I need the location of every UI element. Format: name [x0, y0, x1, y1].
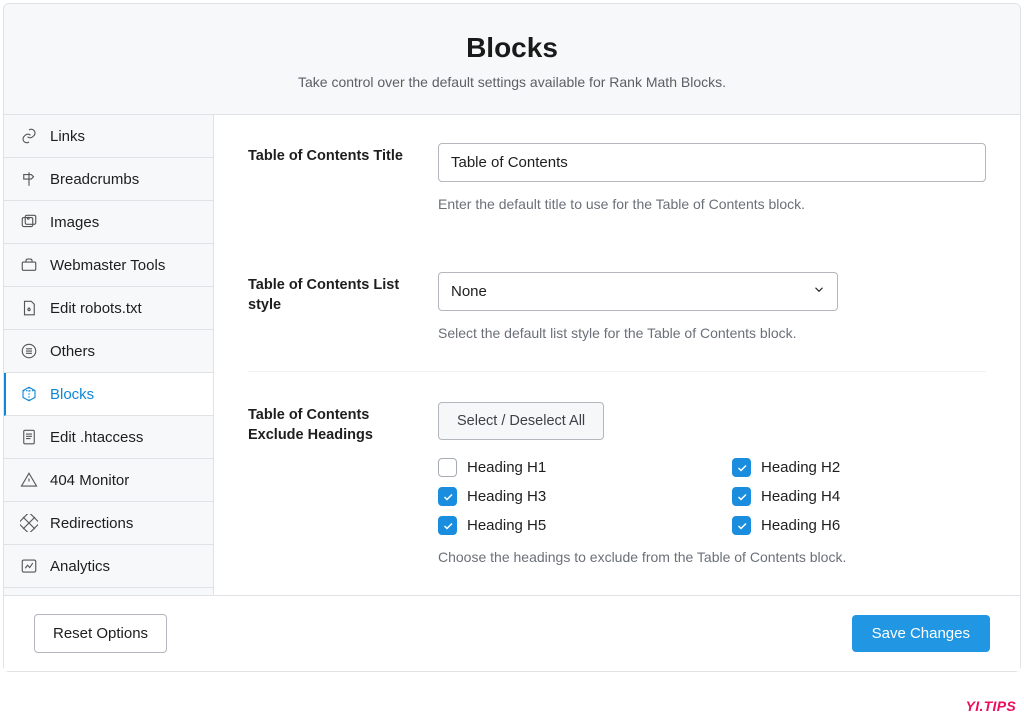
setting-help: Enter the default title to use for the T… — [438, 196, 986, 212]
setting-toc-exclude-headings: Table of Contents Exclude Headings Selec… — [248, 402, 986, 575]
sidebar-item-label: 404 Monitor — [50, 472, 129, 489]
sidebar-item-edit-robots[interactable]: Edit robots.txt — [4, 287, 213, 330]
analytics-icon — [20, 557, 38, 575]
sidebar-item-redirections[interactable]: Redirections — [4, 502, 213, 545]
setting-help: Select the default list style for the Ta… — [438, 325, 986, 341]
sidebar-item-webmaster-tools[interactable]: Webmaster Tools — [4, 244, 213, 287]
checkbox-label: Heading H6 — [761, 517, 840, 534]
sidebar-item-analytics[interactable]: Analytics — [4, 545, 213, 588]
checkbox-heading-h3[interactable]: Heading H3 — [438, 487, 692, 506]
checkbox-checked-icon — [732, 458, 751, 477]
blocks-icon — [20, 385, 38, 403]
checkbox-label: Heading H1 — [467, 459, 546, 476]
checkbox-label: Heading H4 — [761, 488, 840, 505]
checkbox-checked-icon — [732, 487, 751, 506]
setting-label: Table of Contents Exclude Headings — [248, 402, 418, 565]
links-icon — [20, 127, 38, 145]
page-title: Blocks — [24, 32, 1000, 64]
select-deselect-all-button[interactable]: Select / Deselect All — [438, 402, 604, 440]
setting-toc-title: Table of Contents Title Enter the defaul… — [248, 143, 986, 242]
sidebar-item-images[interactable]: Images — [4, 201, 213, 244]
checkbox-heading-h2[interactable]: Heading H2 — [732, 458, 986, 477]
checkbox-label: Heading H3 — [467, 488, 546, 505]
checkbox-label: Heading H5 — [467, 517, 546, 534]
toc-title-input[interactable] — [438, 143, 986, 182]
list-icon — [20, 342, 38, 360]
sidebar-item-blocks[interactable]: Blocks — [4, 373, 213, 416]
checkbox-heading-h4[interactable]: Heading H4 — [732, 487, 986, 506]
watermark: YI.TIPS — [966, 698, 1016, 714]
sidebar-item-label: Images — [50, 214, 99, 231]
checkbox-label: Heading H2 — [761, 459, 840, 476]
sidebar-item-edit-htaccess[interactable]: Edit .htaccess — [4, 416, 213, 459]
sidebar-item-label: Edit robots.txt — [50, 300, 142, 317]
setting-toc-list-style: Table of Contents List style None Select… — [248, 272, 986, 372]
setting-label: Table of Contents List style — [248, 272, 418, 341]
checkbox-heading-h6[interactable]: Heading H6 — [732, 516, 986, 535]
sidebar-item-label: Edit .htaccess — [50, 429, 143, 446]
sidebar-item-label: Others — [50, 343, 95, 360]
sidebar-item-others[interactable]: Others — [4, 330, 213, 373]
sidebar-item-links[interactable]: Links — [4, 115, 213, 158]
checkbox-checked-icon — [438, 516, 457, 535]
page-subtitle: Take control over the default settings a… — [24, 74, 1000, 90]
sidebar-item-label: Webmaster Tools — [50, 257, 165, 274]
toolbox-icon — [20, 256, 38, 274]
sidebar-item-label: Breadcrumbs — [50, 171, 139, 188]
sidebar-item-label: Analytics — [50, 558, 110, 575]
checkbox-heading-h1[interactable]: Heading H1 — [438, 458, 692, 477]
sidebar-item-label: Blocks — [50, 386, 94, 403]
checkbox-heading-h5[interactable]: Heading H5 — [438, 516, 692, 535]
sidebar-item-label: Links — [50, 128, 85, 145]
file-text-icon — [20, 428, 38, 446]
setting-help: Choose the headings to exclude from the … — [438, 549, 986, 565]
checkbox-icon — [438, 458, 457, 477]
checkbox-checked-icon — [438, 487, 457, 506]
signpost-icon — [20, 170, 38, 188]
setting-label: Table of Contents Title — [248, 143, 418, 212]
sidebar-item-label: Redirections — [50, 515, 133, 532]
main-content: Table of Contents Title Enter the defaul… — [214, 115, 1020, 595]
page-header: Blocks Take control over the default set… — [4, 4, 1020, 115]
toc-list-style-select[interactable]: None — [438, 272, 838, 311]
page-footer: Reset Options Save Changes — [4, 595, 1020, 671]
sidebar-item-404-monitor[interactable]: 404 Monitor — [4, 459, 213, 502]
checkbox-checked-icon — [732, 516, 751, 535]
sidebar-item-breadcrumbs[interactable]: Breadcrumbs — [4, 158, 213, 201]
reset-options-button[interactable]: Reset Options — [34, 614, 167, 653]
warning-icon — [20, 471, 38, 489]
save-changes-button[interactable]: Save Changes — [852, 615, 990, 652]
images-icon — [20, 213, 38, 231]
file-lock-icon — [20, 299, 38, 317]
settings-sidebar: Links Breadcrumbs Images Webmaster Tools… — [4, 115, 214, 595]
redirect-icon — [20, 514, 38, 532]
